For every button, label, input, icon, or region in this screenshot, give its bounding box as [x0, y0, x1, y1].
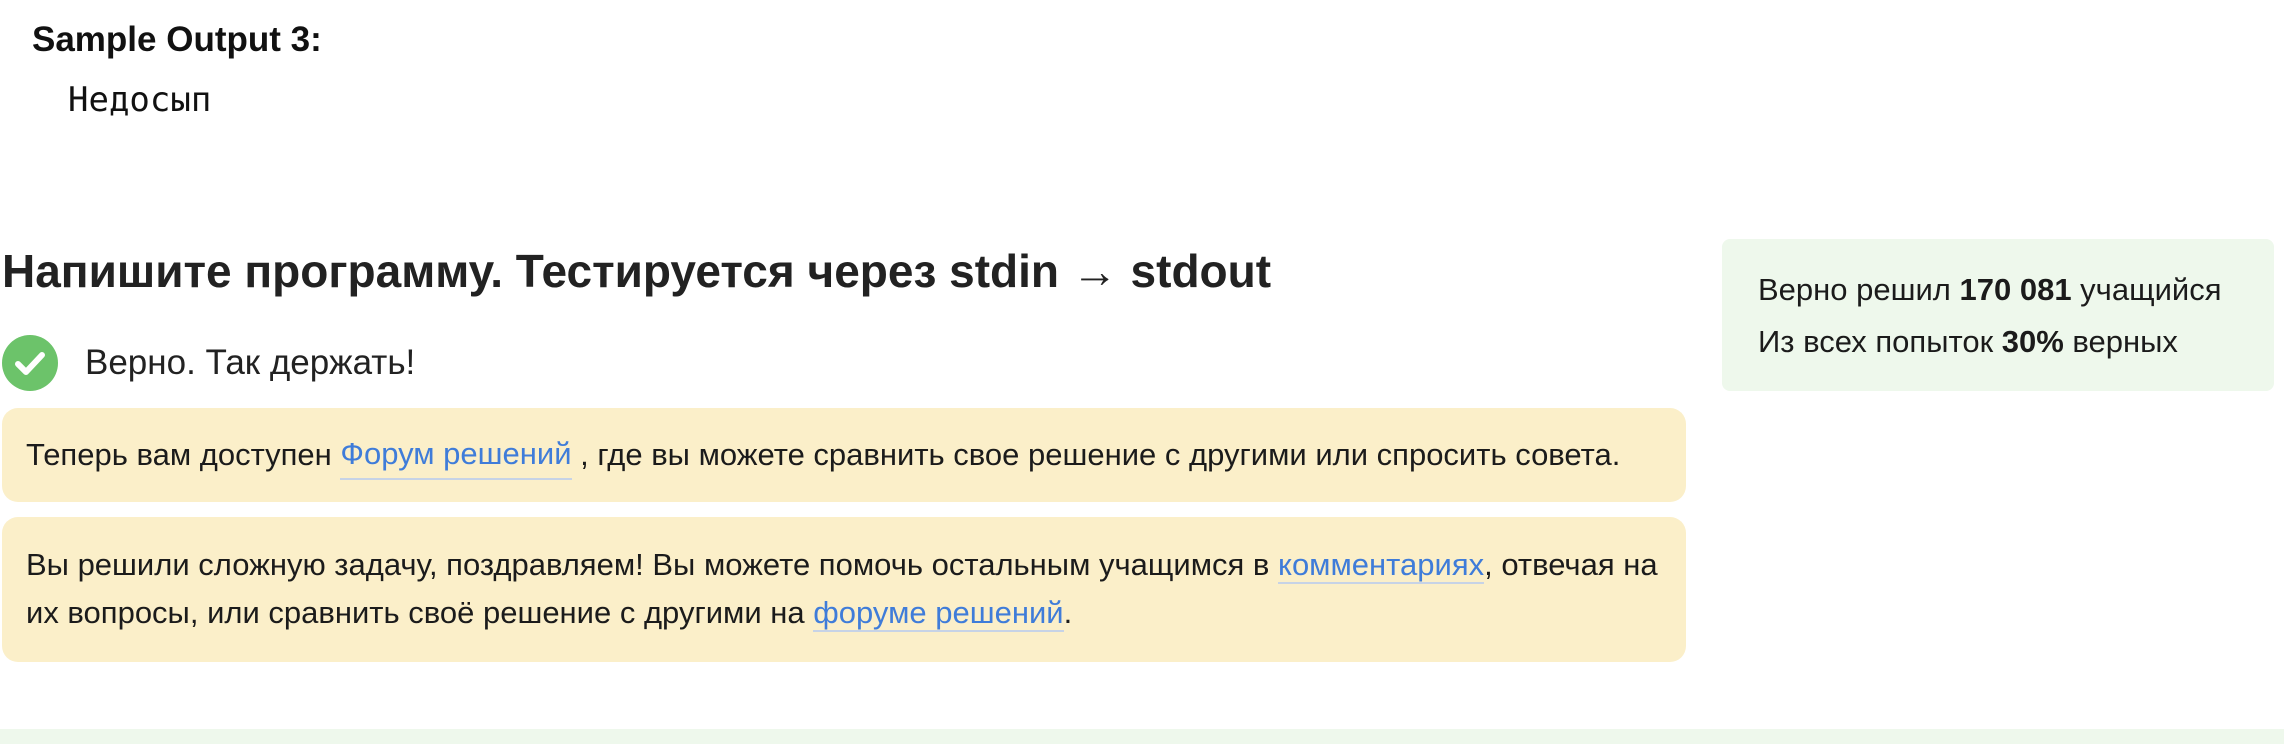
forum-notice-text-before: Теперь вам доступен: [26, 437, 341, 472]
forum-solutions-link[interactable]: Форум решений: [340, 430, 572, 480]
stats-attempts-percent: 30%: [2001, 324, 2064, 359]
solutions-forum-link[interactable]: форуме решений: [813, 595, 1064, 632]
check-circle-icon: [2, 335, 58, 391]
forum-notice: Теперь вам доступен Форум решений , где …: [2, 408, 1686, 502]
stats-panel: Верно решил 170 081 учащийся Из всех поп…: [1722, 239, 2274, 391]
status-text: Верно. Так держать!: [85, 343, 416, 382]
stats-solved-line: Верно решил 170 081 учащийся: [1758, 264, 2274, 316]
stats-solved-suffix: учащийся: [2071, 272, 2222, 307]
comments-link[interactable]: комментариях: [1278, 547, 1485, 584]
congrats-notice-text-after: .: [1063, 595, 1073, 630]
forum-notice-text-after: , где вы можете сравнить свое решение с …: [571, 437, 1621, 472]
status-row: Верно. Так держать!: [2, 335, 415, 391]
bottom-panel-edge: [0, 729, 2284, 744]
congrats-notice: Вы решили сложную задачу, поздравляем! В…: [2, 517, 1686, 662]
stats-solved-count: 170 081: [1959, 272, 2072, 307]
task-heading: Напишите программу. Тестируется через st…: [2, 245, 1272, 297]
sample-output-title: Sample Output 3:: [32, 20, 322, 59]
stats-attempts-prefix: Из всех попыток: [1758, 324, 2002, 359]
stats-solved-prefix: Верно решил: [1758, 272, 1960, 307]
congrats-notice-text-before: Вы решили сложную задачу, поздравляем! В…: [26, 547, 1279, 582]
sample-output-value: Недосып: [68, 80, 212, 120]
stats-attempts-line: Из всех попыток 30% верных: [1758, 316, 2274, 368]
check-mark-icon: [15, 352, 45, 375]
stats-attempts-suffix: верных: [2063, 324, 2178, 359]
